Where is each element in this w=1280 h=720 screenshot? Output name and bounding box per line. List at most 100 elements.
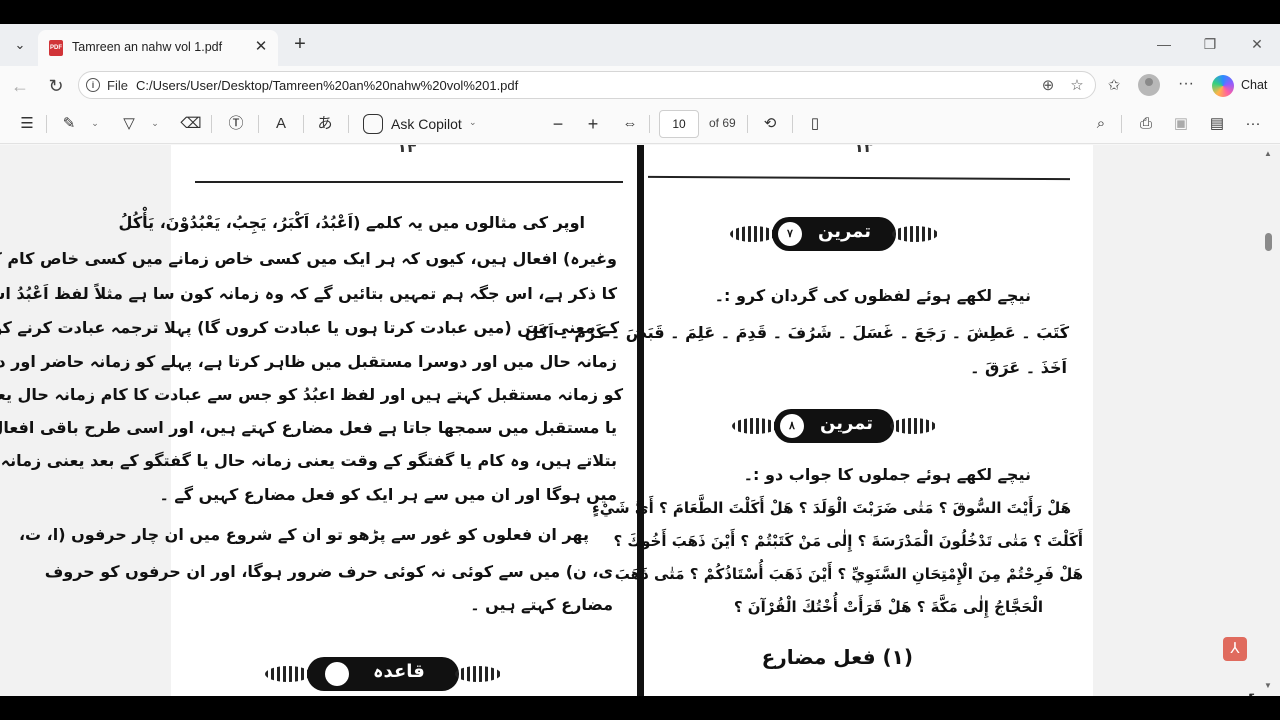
draw-icon[interactable]: ▽ (118, 114, 140, 134)
profile-avatar[interactable] (1138, 74, 1160, 96)
refresh-icon[interactable]: ↻ (44, 74, 68, 98)
toolbar-divider (747, 115, 748, 133)
close-window-icon[interactable]: ✕ (1244, 33, 1270, 55)
scrollbar-thumb[interactable] (1265, 233, 1272, 251)
toolbar-divider (258, 115, 259, 133)
header-rule (647, 175, 1071, 181)
book-binding (637, 145, 644, 696)
pdf-more-options-icon[interactable]: ··· (1242, 114, 1264, 134)
page-number-left: ۱۴ (397, 145, 417, 156)
qaida-banner: قاعدہ (265, 657, 501, 691)
ornament-right (892, 226, 938, 242)
tab-actions-chevron-icon[interactable]: ⌄ (9, 35, 31, 55)
ask-copilot-button[interactable]: Ask Copilot ⌄ (363, 113, 483, 135)
rotate-icon[interactable]: ⟲ (759, 114, 781, 134)
chat-label: Chat (1241, 78, 1268, 92)
word-line: اَخَذَ ۔ عَرَقَ ۔ (970, 358, 1067, 377)
new-tab-plus-icon[interactable]: + (289, 33, 311, 55)
banner-pill: ۷ تمرین (772, 217, 896, 251)
instruction-text: نیچے لکھے ہوئے لفظوں کی گردان کرو :۔ (714, 286, 1031, 305)
pdf-page-left: ۱۴ اوپر کی مثالوں میں یہ کلمے (اَعْبُدُ،… (0, 145, 637, 696)
restore-icon[interactable]: ❐ (1197, 33, 1223, 55)
ornament-left (730, 226, 776, 242)
zoom-out-icon[interactable]: − (547, 114, 569, 134)
question-line: الْحَجَّاجُ إِلٰى مَكَّةَ ؟ هَلْ قَرَأَت… (733, 598, 1043, 616)
info-icon[interactable]: i (86, 78, 100, 92)
text-line: کو زمانہ مستقبل کہتے ہیں اور لفظ اعبُدُ … (0, 385, 623, 404)
tab-close-icon[interactable]: ✕ (252, 38, 270, 56)
page-view-icon[interactable]: ▯ (804, 114, 826, 134)
favorites-icon[interactable]: ✩ (1102, 74, 1126, 98)
read-aloud-icon[interactable]: A (270, 114, 292, 134)
tamreen-banner-7: ۷ تمرین (730, 217, 938, 251)
pdf-toolbar: ☰ ✎ ⌄ ▽ ⌄ ⌫ Ⓣ A あ Ask Copilot ⌄ − + ⇔ 10… (0, 104, 1280, 144)
acrobat-icon[interactable]: ⅄ (1223, 637, 1247, 661)
banner-text: تمرین (818, 221, 871, 242)
ask-copilot-chevron-icon: ⌄ (469, 117, 477, 127)
address-bar-row: ← ↻ i File C:/Users/User/Desktop/Tamreen… (0, 66, 1280, 104)
tab-active[interactable]: PDF Tamreen an nahw vol 1.pdf ✕ (38, 30, 278, 66)
favorite-star-icon[interactable]: ☆ (1067, 76, 1087, 96)
section-heading: (۱) فعل مضارع (761, 645, 913, 669)
question-line: هَلْ رَأَيْتَ السُّوقَ ؟ مَتٰى ضَرَبْتَ … (592, 499, 1071, 517)
page-total-label: of 69 (709, 116, 736, 130)
translate-icon[interactable]: あ (314, 114, 336, 134)
banner-pill: قاعدہ (307, 657, 459, 691)
minimize-icon[interactable]: — (1151, 33, 1177, 55)
pdf-page-right: ۱۳ ۷ تمرین نیچے لکھے ہوئے لفظوں کی گردان… (525, 145, 1093, 696)
banner-number: ۸ (780, 414, 804, 438)
header-rule (195, 181, 623, 183)
pdf-file-icon: PDF (49, 40, 63, 56)
banner-circle (325, 662, 349, 686)
search-icon[interactable]: ⌕ (1090, 114, 1112, 134)
page-number-right: ۱۳ (854, 145, 874, 156)
browser-window: ⌄ PDF Tamreen an nahw vol 1.pdf ✕ + — ❐ … (0, 24, 1280, 696)
word-line: کَتَبَ ۔ عَطِشَ ۔ رَجَعَ ۔ غَسَلَ ۔ شَرُ… (524, 323, 1069, 342)
ornament-right (890, 418, 936, 434)
text-line: میں ہوگا اور ان میں سے ہر ایک کو فعل مضا… (159, 485, 617, 504)
contents-list-icon[interactable]: ☰ (16, 114, 38, 134)
tab-bar: ⌄ PDF Tamreen an nahw vol 1.pdf ✕ + — ❐ … (0, 24, 1280, 66)
text-line: بتلاتے ہیں، وہ کام یا گفتگو کے وقت یعنی … (0, 451, 617, 470)
toolbar-divider (46, 115, 47, 133)
instruction-text: نیچے لکھے ہوئے جملوں کا جواب دو :۔ (743, 465, 1031, 484)
tamreen-banner-8: ۸ تمرین (732, 409, 936, 443)
text-line: پھر ان فعلوں کو غور سے پڑھو تو ان کے شرو… (18, 525, 589, 544)
erase-icon[interactable]: ⌫ (180, 114, 202, 134)
pdf-viewer[interactable]: ۱۴ اوپر کی مثالوں میں یہ کلمے (اَعْبُدُ،… (0, 145, 1280, 696)
print-icon[interactable]: ⎙ (1135, 114, 1157, 134)
zoom-in-icon[interactable]: + (582, 114, 604, 134)
toolbar-divider (211, 115, 212, 133)
copilot-outline-icon (363, 114, 383, 134)
text-line: زمانہ حال میں اور دوسرا مستقبل میں ظاہر … (0, 352, 617, 371)
ask-copilot-label: Ask Copilot (391, 116, 462, 132)
toolbar-divider (303, 115, 304, 133)
file-scheme-label: File (107, 78, 128, 93)
back-arrow-icon[interactable]: ← (8, 74, 32, 98)
draw-options-chevron-icon[interactable]: ⌄ (150, 116, 160, 130)
toolbar-divider (649, 115, 650, 133)
banner-pill: ۸ تمرین (774, 409, 894, 443)
vertical-scrollbar[interactable]: ▲ ▼ (1261, 145, 1275, 696)
highlight-options-chevron-icon[interactable]: ⌄ (90, 116, 100, 130)
banner-text: قاعدہ (373, 661, 425, 682)
mouse-cursor-icon: ↖ (1247, 688, 1260, 696)
highlight-icon[interactable]: ✎ (58, 114, 80, 134)
chat-button[interactable]: Chat (1208, 73, 1272, 99)
more-options-icon[interactable]: ··· (1174, 74, 1198, 96)
banner-number: ۷ (778, 222, 802, 246)
address-input[interactable]: i File C:/Users/User/Desktop/Tamreen%20a… (78, 71, 1096, 99)
url-text[interactable]: C:/Users/User/Desktop/Tamreen%20an%20nah… (136, 78, 518, 93)
fit-page-icon[interactable]: ⇔ (619, 114, 641, 134)
zoom-icon[interactable]: ⊕ (1038, 76, 1058, 96)
add-text-icon[interactable]: Ⓣ (225, 114, 247, 134)
toolbar-divider (792, 115, 793, 133)
scroll-up-arrow-icon[interactable]: ▲ (1263, 149, 1273, 159)
copilot-icon (1212, 75, 1234, 97)
scroll-down-arrow-icon[interactable]: ▼ (1263, 681, 1273, 691)
text-line: وغیرہ) افعال ہیں، کیوں کہ ہر ایک میں کسی… (0, 249, 617, 268)
page-number-input[interactable]: 10 (659, 110, 699, 138)
save-icon[interactable]: ▣ (1170, 114, 1192, 134)
save-as-icon[interactable]: ▤ (1206, 114, 1228, 134)
text-line: مضارع کہتے ہیں ۔ (470, 595, 613, 614)
